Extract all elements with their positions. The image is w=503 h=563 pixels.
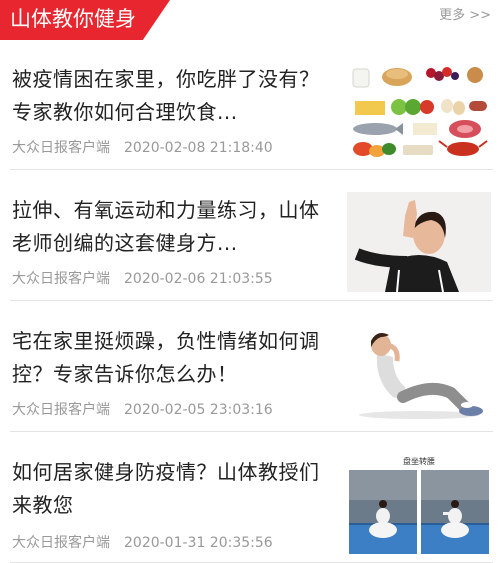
article-date: 2020-02-05 23:03:16 bbox=[124, 402, 273, 418]
food-assortment-image[interactable] bbox=[347, 61, 491, 161]
article-item-1[interactable]: 被疫情困在家里，你吃胖了没有？专家教你如何合理饮食... 大众日报客户端 2020… bbox=[10, 49, 493, 170]
section-title-tab: 山体教你健身 bbox=[0, 0, 170, 40]
thumbnail-caption: 盘坐转腰 bbox=[403, 456, 435, 466]
article-meta: 大众日报客户端 2020-02-05 23:03:16 bbox=[12, 401, 273, 419]
article-title[interactable]: 如何居家健身防疫情？山体教授们来教您 bbox=[12, 456, 322, 522]
article-source: 大众日报客户端 bbox=[12, 535, 110, 551]
article-title[interactable]: 宅在家里挺烦躁，负性情绪如何调控？专家告诉你怎么办！ bbox=[12, 325, 322, 391]
section-header: 山体教你健身 更多 >> bbox=[0, 0, 503, 40]
article-meta: 大众日报客户端 2020-02-06 21:03:55 bbox=[12, 270, 273, 288]
article-source: 大众日报客户端 bbox=[12, 271, 110, 287]
article-date: 2020-02-08 21:18:40 bbox=[124, 140, 273, 156]
situp-woman-image[interactable] bbox=[347, 323, 491, 423]
article-item-3[interactable]: 宅在家里挺烦躁，负性情绪如何调控？专家告诉你怎么办！ 大众日报客户端 2020-0… bbox=[10, 311, 493, 432]
gym-exercise-image[interactable]: 盘坐转腰 bbox=[347, 454, 491, 554]
article-meta: 大众日报客户端 2020-02-08 21:18:40 bbox=[12, 139, 273, 157]
section-title: 山体教你健身 bbox=[10, 7, 136, 31]
article-meta: 大众日报客户端 2020-01-31 20:35:56 bbox=[12, 534, 273, 552]
article-list: 被疫情困在家里，你吃胖了没有？专家教你如何合理饮食... 大众日报客户端 2020… bbox=[0, 49, 503, 563]
article-item-2[interactable]: 拉伸、有氧运动和力量练习，山体老师创编的这套健身方... 大众日报客户端 2020… bbox=[10, 180, 493, 301]
article-item-4[interactable]: 如何居家健身防疫情？山体教授们来教您 大众日报客户端 2020-01-31 20:… bbox=[10, 442, 493, 563]
stretching-woman-image[interactable] bbox=[347, 192, 491, 292]
more-link[interactable]: 更多 >> bbox=[439, 8, 491, 24]
article-source: 大众日报客户端 bbox=[12, 140, 110, 156]
article-title[interactable]: 被疫情困在家里，你吃胖了没有？专家教你如何合理饮食... bbox=[12, 63, 322, 129]
article-date: 2020-01-31 20:35:56 bbox=[124, 535, 273, 551]
article-source: 大众日报客户端 bbox=[12, 402, 110, 418]
article-date: 2020-02-06 21:03:55 bbox=[124, 271, 273, 287]
article-title[interactable]: 拉伸、有氧运动和力量练习，山体老师创编的这套健身方... bbox=[12, 194, 322, 260]
